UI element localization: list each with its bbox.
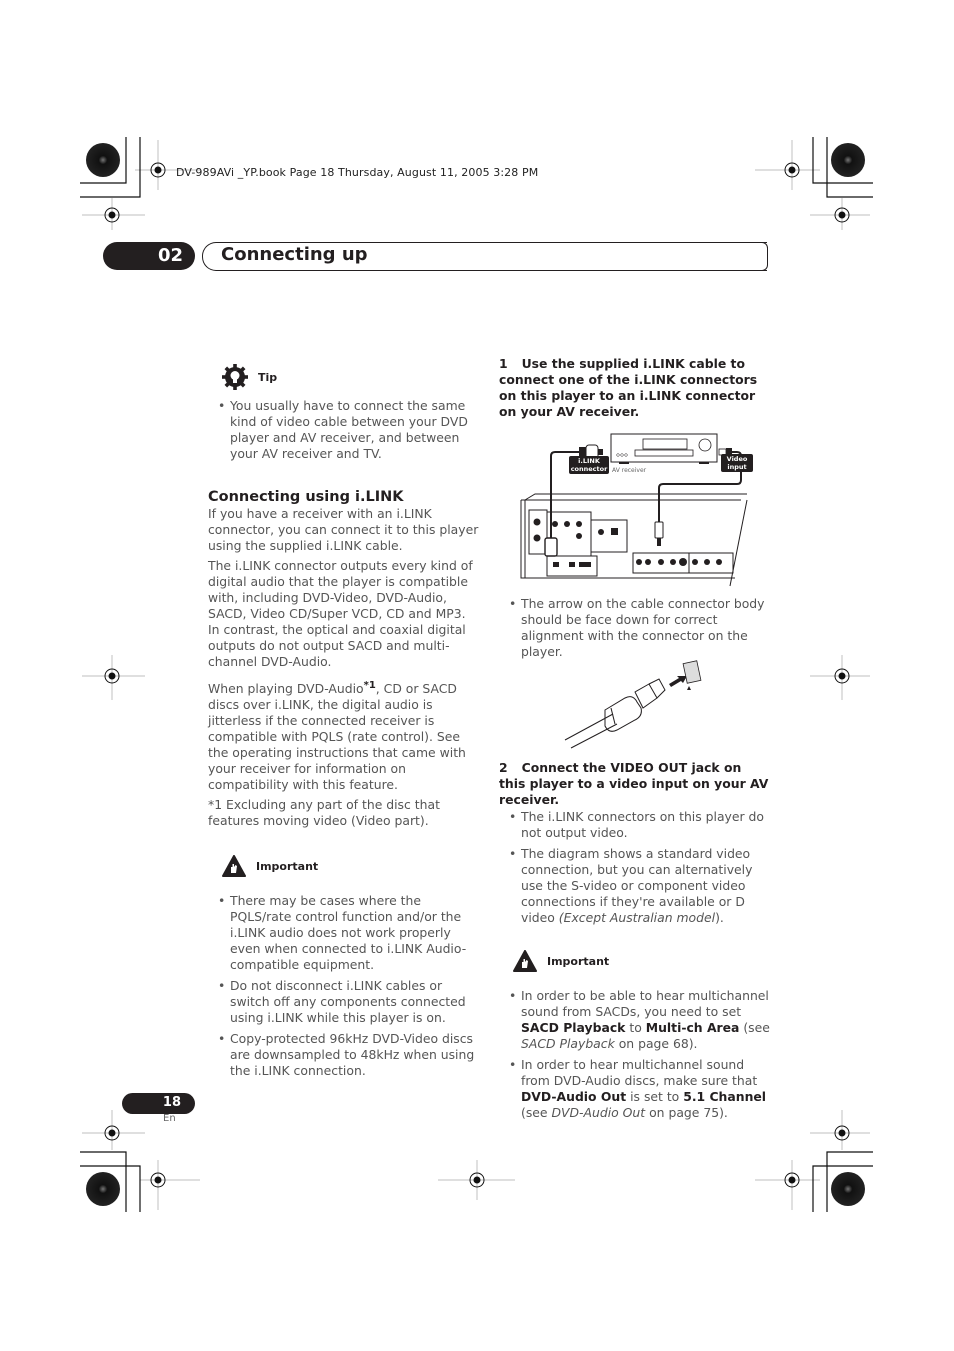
ilink-plug-illustration bbox=[564, 660, 702, 749]
page-language: En bbox=[163, 1113, 176, 1124]
text: on page 75). bbox=[645, 1105, 728, 1120]
warning-hand-icon bbox=[513, 950, 537, 972]
important-list: There may be cases where the PQLS/rate c… bbox=[208, 893, 480, 1079]
video-label-line2: input bbox=[727, 463, 746, 471]
step-1: 1 Use the supplied i.LINK cable to connec… bbox=[499, 356, 769, 420]
warning-hand-icon bbox=[222, 855, 246, 878]
connection-diagram: i.LINK connector AV receiver Video input bbox=[520, 433, 753, 587]
setting-value: 5.1 Channel bbox=[683, 1089, 767, 1104]
footnote: *1 Excluding any part of the disc that f… bbox=[208, 797, 440, 829]
important-label: Important bbox=[547, 954, 610, 968]
chapter-number: 02 bbox=[157, 245, 183, 266]
step-text: Connect the VIDEO OUT jack on this playe… bbox=[499, 760, 769, 807]
setting-name: DVD-Audio Out bbox=[521, 1089, 627, 1104]
step2-bullet: The diagram shows a standard video conne… bbox=[499, 846, 771, 926]
step-text: Use the supplied i.LINK cable to connect… bbox=[499, 356, 758, 419]
paragraph-pqls: When playing DVD-Audio*1, CD or SACD dis… bbox=[208, 678, 480, 793]
step-number: 2 bbox=[499, 760, 508, 775]
important-header: Important bbox=[513, 944, 771, 978]
important-item: Do not disconnect i.LINK cables or switc… bbox=[208, 978, 480, 1026]
text: on page 68). bbox=[614, 1036, 698, 1051]
left-column: Tip You usually have to connect the same… bbox=[208, 360, 480, 1084]
text: to bbox=[625, 1020, 646, 1035]
text: In order to be able to hear multichannel… bbox=[521, 988, 769, 1019]
chapter-title-box: Connecting up bbox=[202, 242, 768, 271]
paragraph: If you have a receiver with an i.LINK co… bbox=[208, 506, 479, 553]
setting-value: Multi-ch Area bbox=[645, 1020, 740, 1035]
step2-bullet: The i.LINK connectors on this player do … bbox=[499, 809, 771, 841]
important-list: In order to be able to hear multichannel… bbox=[499, 988, 771, 1121]
italic-text: (Except Australian model bbox=[558, 910, 716, 925]
important-item: In order to be able to hear multichannel… bbox=[499, 988, 771, 1052]
player-ilink-port bbox=[682, 660, 702, 684]
page-number-badge: 18 bbox=[122, 1093, 195, 1114]
step2-block: 2 Connect the VIDEO OUT jack on this play… bbox=[499, 760, 771, 1126]
step-number: 1 bbox=[499, 356, 508, 371]
print-header: DV-989AVi _YP.book Page 18 Thursday, Aug… bbox=[176, 166, 539, 179]
important-item: Copy-protected 96kHz DVD-Video discs are… bbox=[208, 1031, 480, 1079]
text: ). bbox=[715, 910, 724, 925]
lightbulb-gear-icon bbox=[222, 364, 248, 390]
text: (see bbox=[521, 1105, 552, 1120]
av-receiver-illustration bbox=[610, 433, 718, 464]
cross-reference: SACD Playback bbox=[521, 1036, 615, 1051]
tip-label: Tip bbox=[258, 370, 278, 384]
tip-item: You usually have to connect the same kin… bbox=[208, 398, 480, 462]
tip-header: Tip bbox=[222, 360, 480, 394]
chapter-title: Connecting up bbox=[221, 244, 368, 265]
setting-name: SACD Playback bbox=[521, 1020, 626, 1035]
text: , CD or SACD discs over i.LINK, the digi… bbox=[208, 681, 466, 793]
right-column: 1 Use the supplied i.LINK cable to connec… bbox=[499, 356, 769, 420]
text: When playing DVD-Audio bbox=[208, 681, 364, 697]
step2-bullet-list: The i.LINK connectors on this player do … bbox=[499, 809, 771, 926]
text: (see bbox=[739, 1020, 770, 1035]
paragraph: The i.LINK connector outputs every kind … bbox=[208, 558, 473, 669]
text: is set to bbox=[626, 1089, 684, 1104]
tip-list: You usually have to connect the same kin… bbox=[208, 398, 480, 462]
video-label-line1: Video bbox=[727, 455, 748, 463]
footnote-ref: *1 bbox=[363, 680, 376, 691]
text: In order to hear multichannel sound from… bbox=[521, 1057, 758, 1088]
important-item: In order to hear multichannel sound from… bbox=[499, 1057, 771, 1121]
av-receiver-label: AV receiver bbox=[612, 467, 647, 474]
chapter-number-badge: 02 bbox=[103, 242, 195, 270]
important-header: Important bbox=[222, 849, 480, 883]
ilink-label-line1: i.LINK bbox=[578, 457, 601, 465]
section-heading: Connecting using i.LINK bbox=[208, 489, 404, 505]
cross-reference: DVD-Audio Out bbox=[551, 1105, 646, 1120]
page-number: 18 bbox=[162, 1095, 181, 1110]
important-item: There may be cases where the PQLS/rate c… bbox=[208, 893, 480, 973]
step-2: 2 Connect the VIDEO OUT jack on this play… bbox=[499, 760, 771, 808]
ilink-label-line2: connector bbox=[571, 465, 608, 473]
important-label: Important bbox=[256, 859, 319, 873]
ilink-plug bbox=[544, 537, 558, 557]
